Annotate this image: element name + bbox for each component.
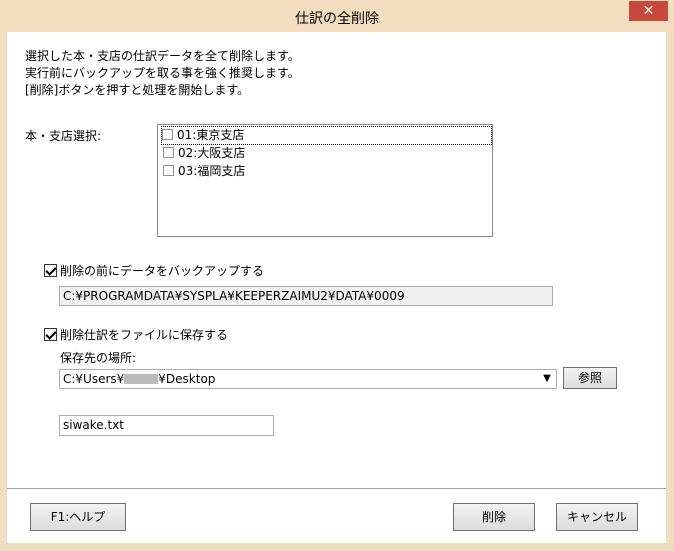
save-file-label[interactable]: 削除仕訳をファイルに保存する [60,326,228,343]
branch-item-label: 03:福岡支店 [178,164,246,178]
branch-item-label: 02:大阪支店 [178,146,246,160]
backup-checkbox[interactable] [44,264,57,277]
dialog-content: 選択した本・支店の仕訳データを全て削除します。 実行前にバックアップを取る事を強… [7,32,666,543]
branch-checkbox[interactable] [163,165,174,176]
dialog-window: 仕訳の全削除 ✕ 選択した本・支店の仕訳データを全て削除します。 実行前にバック… [0,0,674,551]
branch-select-label: 本・支店選択: [25,129,102,143]
save-location-prefix: C:¥Users¥ [63,372,125,386]
save-location-combo[interactable]: C:¥Users¥ ¥Desktop ▼ [59,369,557,389]
filename-field[interactable]: siwake.txt [59,415,274,436]
title-bar: 仕訳の全削除 ✕ [0,0,674,32]
delete-button[interactable]: 削除 [453,503,535,531]
description-line-3: [削除]ボタンを押すと処理を開始します。 [25,83,250,97]
save-location-suffix: ¥Desktop [158,372,216,386]
help-button[interactable]: F1:ヘルプ [30,503,126,531]
close-button[interactable]: ✕ [629,1,668,21]
description-line-2: 実行前にバックアップを取る事を強く推奨します。 [25,66,300,80]
save-file-checkbox[interactable] [44,328,57,341]
footer-divider [7,488,666,489]
branch-item-tokyo[interactable]: 01:東京支店 [161,126,492,145]
save-location-label: 保存先の場所: [60,351,137,365]
cancel-button[interactable]: キャンセル [556,503,638,531]
branch-listbox[interactable]: 01:東京支店 02:大阪支店 03:福岡支店 [157,124,493,237]
browse-button[interactable]: 参照 [563,367,617,389]
branch-item-fukuoka[interactable]: 03:福岡支店 [163,163,245,180]
chevron-down-icon[interactable]: ▼ [540,370,554,388]
backup-path-field: C:¥PROGRAMDATA¥SYSPLA¥KEEPERZAIMU2¥DATA¥… [59,286,553,306]
branch-item-label: 01:東京支店 [177,128,245,142]
description-line-1: 選択した本・支店の仕訳データを全て削除します。 [25,49,300,63]
backup-label[interactable]: 削除の前にデータをバックアップする [60,262,264,279]
branch-item-osaka[interactable]: 02:大阪支店 [163,145,245,162]
branch-checkbox[interactable] [163,147,174,158]
branch-checkbox[interactable] [162,129,173,140]
window-title: 仕訳の全削除 [295,11,379,27]
redacted-username [124,374,159,384]
